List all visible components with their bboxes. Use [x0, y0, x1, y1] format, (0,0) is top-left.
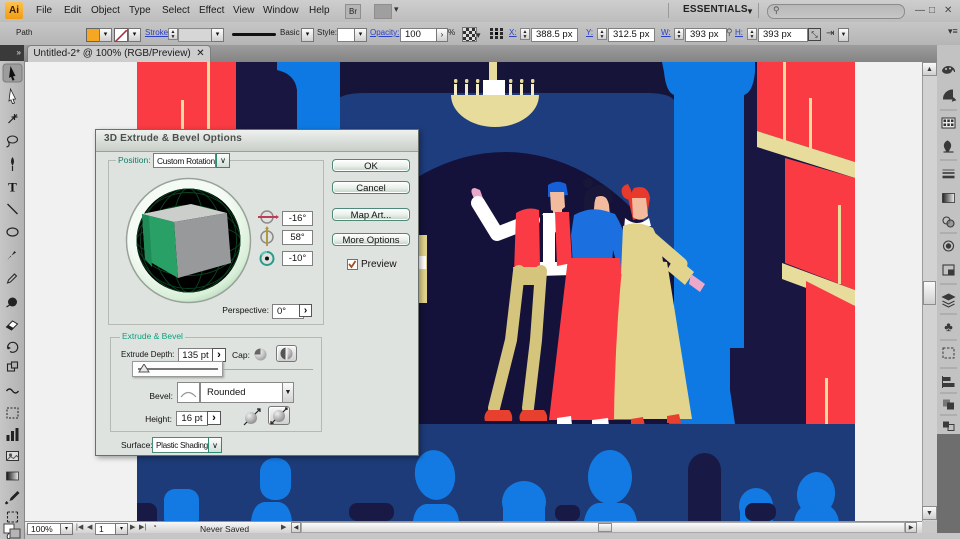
svg-text:T: T	[8, 180, 17, 195]
svg-text:♣: ♣	[944, 319, 953, 334]
